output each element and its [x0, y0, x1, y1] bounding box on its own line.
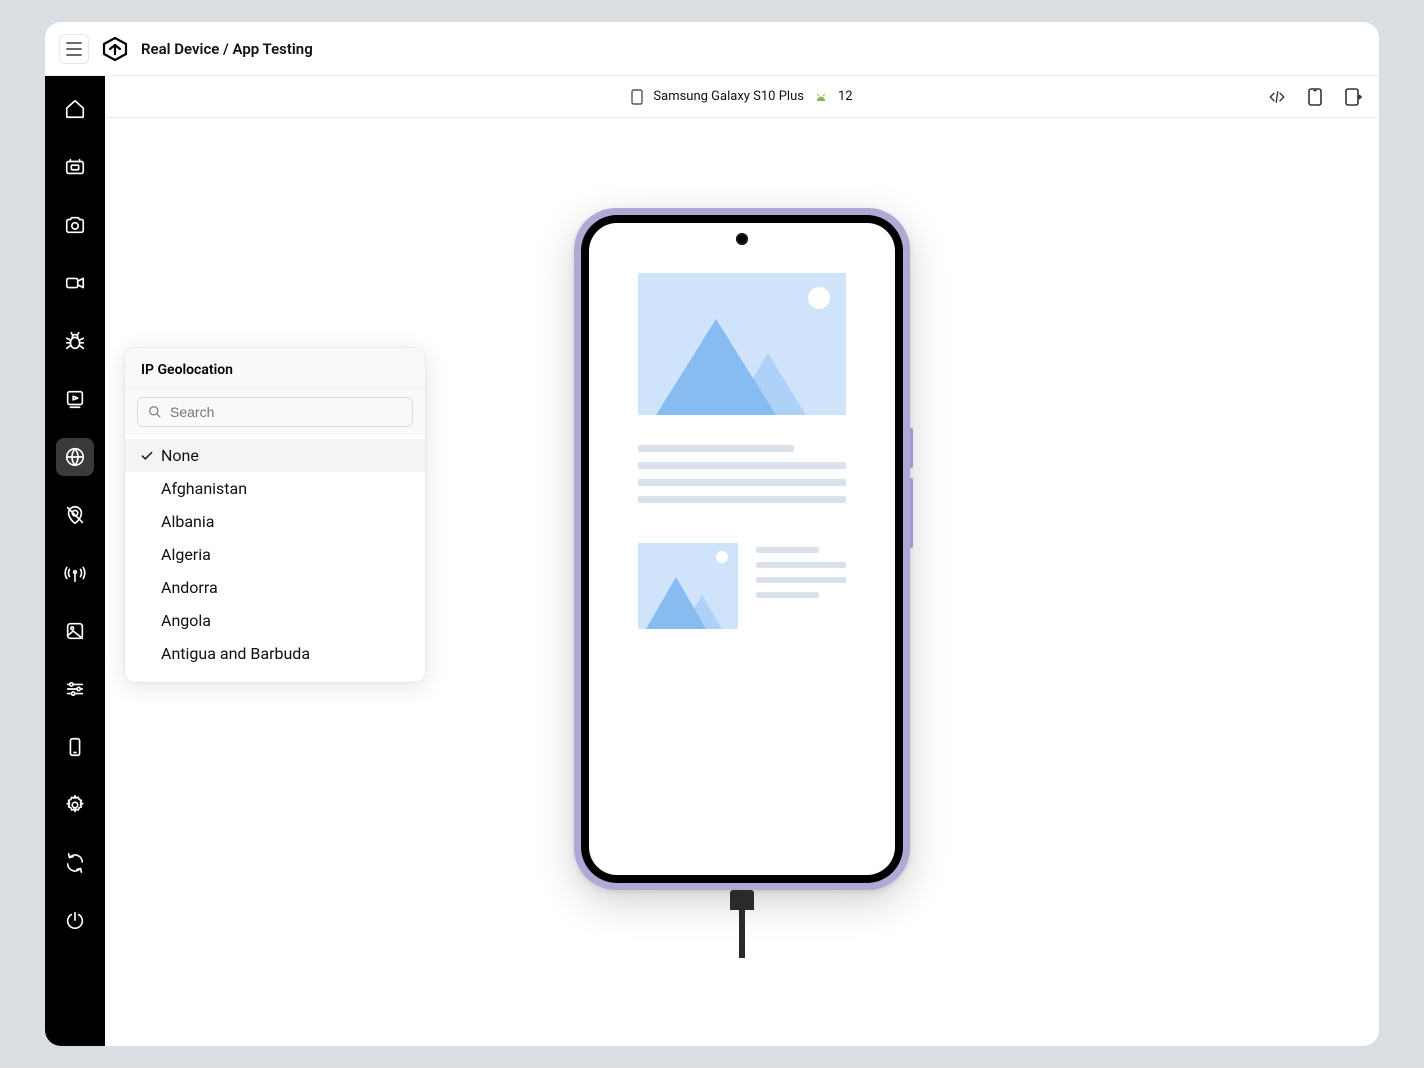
sync-icon: [64, 852, 86, 874]
device-icon: [64, 736, 86, 758]
menu-button[interactable]: [59, 34, 89, 64]
phone-side-button: [910, 428, 913, 468]
option-label: Afghanistan: [161, 479, 247, 498]
sidebar-item-power[interactable]: [56, 902, 94, 940]
placeholder-image: [638, 273, 846, 415]
option-label: Albania: [161, 512, 214, 531]
phone-portrait-icon: [1307, 87, 1323, 107]
geolocation-option[interactable]: Angola: [125, 604, 425, 637]
popover-search[interactable]: [137, 397, 413, 427]
check-icon: [139, 646, 155, 662]
gear-icon: [64, 794, 86, 816]
popover-title: IP Geolocation: [125, 348, 425, 389]
map-off-icon: [64, 504, 86, 526]
devtools-button[interactable]: [1267, 87, 1287, 107]
option-label: Angola: [161, 611, 211, 630]
geolocation-option[interactable]: Afghanistan: [125, 472, 425, 505]
install-app-button[interactable]: [1343, 87, 1363, 107]
check-icon: [139, 613, 155, 629]
rotate-device-button[interactable]: [1305, 87, 1325, 107]
main-area: Samsung Galaxy S10 Plus 12: [105, 76, 1379, 1046]
device-name: Samsung Galaxy S10 Plus: [653, 89, 804, 104]
placeholder-text: [638, 445, 846, 503]
android-icon: [814, 90, 828, 104]
sidebar-item-gallery[interactable]: [56, 612, 94, 650]
play-icon: [64, 388, 86, 410]
check-icon: [139, 514, 155, 530]
option-label: Algeria: [161, 545, 211, 564]
search-input[interactable]: [170, 404, 402, 420]
home-icon: [64, 98, 86, 120]
geolocation-option[interactable]: Antigua and Barbuda: [125, 637, 425, 670]
device-camera: [736, 233, 748, 245]
network-icon: [64, 562, 86, 584]
geolocation-option[interactable]: Algeria: [125, 538, 425, 571]
phone-install-icon: [1344, 87, 1362, 107]
sidebar-item-gear[interactable]: [56, 786, 94, 824]
top-header: Real Device / App Testing: [45, 22, 1379, 76]
check-icon: [139, 481, 155, 497]
sidebar-item-bug[interactable]: [56, 322, 94, 360]
geolocation-option[interactable]: None: [125, 439, 425, 472]
sidebar-item-play[interactable]: [56, 380, 94, 418]
hamburger-icon: [66, 42, 82, 56]
placeholder-row: [638, 543, 846, 629]
sidebar-item-network[interactable]: [56, 554, 94, 592]
sidebar-item-geolocation[interactable]: [56, 438, 94, 476]
sidebar-item-sliders[interactable]: [56, 670, 94, 708]
power-icon: [64, 910, 86, 932]
check-icon: [139, 448, 155, 464]
geolocation-option[interactable]: Andorra: [125, 571, 425, 604]
app-window: Real Device / App Testing: [45, 22, 1379, 1046]
device-mock: [574, 208, 910, 890]
sidebar: [45, 76, 105, 1046]
search-icon: [148, 405, 162, 419]
code-icon: [1268, 88, 1286, 106]
geolocation-option[interactable]: Albania: [125, 505, 425, 538]
sliders-icon: [64, 678, 86, 700]
app-icon: [64, 156, 86, 178]
option-label: Andorra: [161, 578, 218, 597]
phone-side-button: [910, 478, 913, 548]
sidebar-item-device[interactable]: [56, 728, 94, 766]
breadcrumb: Real Device / App Testing: [141, 40, 313, 58]
device-screen[interactable]: [589, 223, 895, 875]
sidebar-item-map-off[interactable]: [56, 496, 94, 534]
option-label: None: [161, 446, 199, 465]
device-bar: Samsung Galaxy S10 Plus 12: [105, 76, 1379, 118]
option-label: Antigua and Barbuda: [161, 644, 310, 663]
device-canvas: IP Geolocation None Afghanistan Albania Alg…: [105, 118, 1379, 1046]
globe-icon: [64, 446, 86, 468]
popover-list[interactable]: None Afghanistan Albania Algeria Andorra Ango…: [125, 435, 425, 682]
check-icon: [139, 547, 155, 563]
sidebar-item-home[interactable]: [56, 90, 94, 128]
gallery-icon: [64, 620, 86, 642]
ip-geolocation-popover: IP Geolocation None Afghanistan Albania Alg…: [125, 348, 425, 682]
camera-icon: [64, 214, 86, 236]
device-cable: [730, 890, 754, 958]
sidebar-item-sync[interactable]: [56, 844, 94, 882]
phone-small-icon: [631, 89, 643, 105]
bug-icon: [64, 330, 86, 352]
video-icon: [64, 272, 86, 294]
app-logo: [101, 35, 129, 63]
sidebar-item-video[interactable]: [56, 264, 94, 302]
check-icon: [139, 580, 155, 596]
sidebar-item-camera[interactable]: [56, 206, 94, 244]
device-info: Samsung Galaxy S10 Plus 12: [631, 89, 852, 105]
os-version: 12: [838, 89, 853, 104]
app-body: Samsung Galaxy S10 Plus 12: [45, 76, 1379, 1046]
sidebar-item-app[interactable]: [56, 148, 94, 186]
